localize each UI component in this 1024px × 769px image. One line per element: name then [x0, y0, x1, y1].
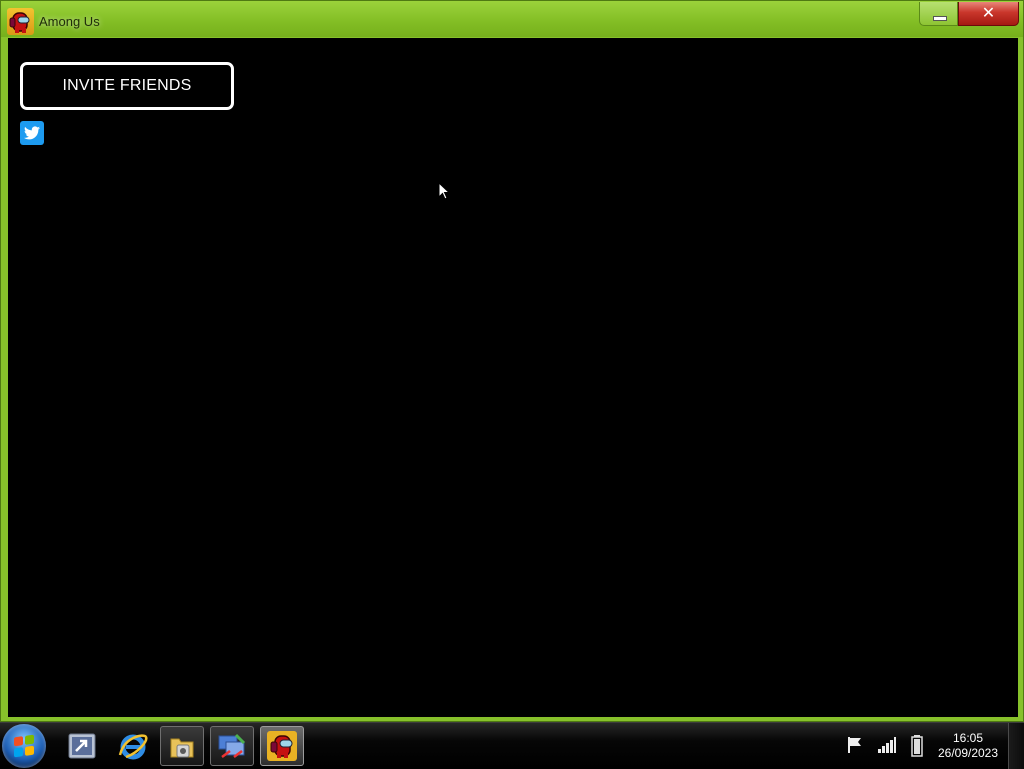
windows-logo-icon: [14, 734, 34, 758]
system-clock[interactable]: 16:05 26/09/2023: [930, 731, 1006, 761]
start-button[interactable]: [2, 724, 46, 768]
battery-icon[interactable]: [907, 735, 927, 757]
network-tool-icon[interactable]: [210, 726, 254, 766]
mouse-cursor-icon: [438, 181, 451, 200]
clock-time: 16:05: [952, 731, 984, 745]
invite-friends-button[interactable]: INVITE FRIENDS: [20, 62, 234, 110]
clock-date: 26/09/2023: [937, 746, 999, 760]
internet-explorer-icon[interactable]: [111, 726, 155, 766]
among-us-app-icon: [7, 8, 34, 35]
taskbar: 16:05 26/09/2023: [0, 722, 1024, 769]
remote-desktop-icon[interactable]: [60, 726, 104, 766]
minimize-button[interactable]: [919, 2, 958, 26]
app-window: Among Us ✕ INVITE FRIENDS: [0, 0, 1024, 722]
twitter-icon[interactable]: [20, 121, 44, 145]
action-center-flag-icon[interactable]: [846, 735, 866, 755]
close-button[interactable]: ✕: [958, 2, 1019, 26]
title-bar[interactable]: Among Us ✕: [1, 1, 1023, 37]
among-us-icon[interactable]: [260, 726, 304, 766]
window-title: Among Us: [39, 14, 100, 29]
signal-strength-icon[interactable]: [877, 735, 897, 755]
show-desktop-button[interactable]: [1008, 723, 1024, 769]
file-explorer-icon[interactable]: [160, 726, 204, 766]
game-viewport[interactable]: INVITE FRIENDS: [8, 38, 1018, 717]
